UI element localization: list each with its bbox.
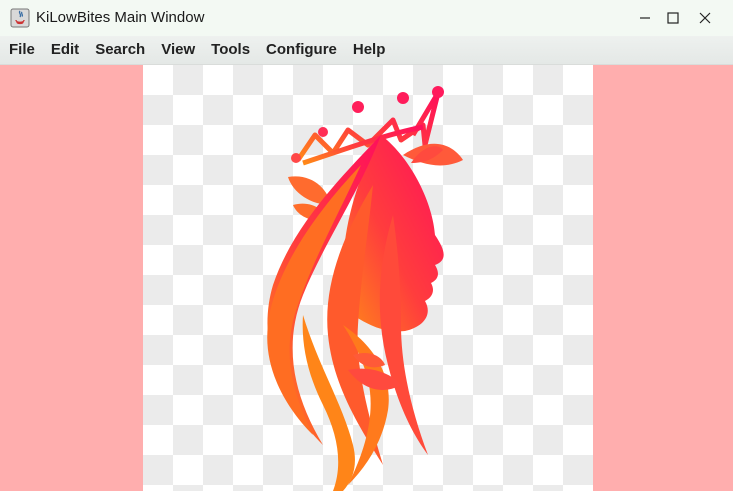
menu-configure[interactable]: Configure (258, 36, 345, 64)
content-area (0, 65, 733, 491)
close-icon (699, 12, 711, 24)
menu-tools[interactable]: Tools (203, 36, 258, 64)
menu-view[interactable]: View (153, 36, 203, 64)
menu-edit[interactable]: Edit (43, 36, 87, 64)
title-bar[interactable]: KiLowBites Main Window (0, 0, 733, 36)
menu-file[interactable]: File (0, 36, 43, 64)
java-app-icon (10, 8, 30, 28)
window-title: KiLowBites Main Window (36, 9, 205, 26)
image-panel (143, 65, 593, 491)
menu-help[interactable]: Help (345, 36, 394, 64)
woman-silhouette-crown-logo-icon (267, 86, 463, 491)
menu-search[interactable]: Search (87, 36, 153, 64)
close-button[interactable] (677, 0, 733, 36)
main-window: KiLowBites Main Window File Edit Search … (0, 0, 733, 491)
menu-bar: File Edit Search View Tools Configure He… (0, 36, 733, 65)
